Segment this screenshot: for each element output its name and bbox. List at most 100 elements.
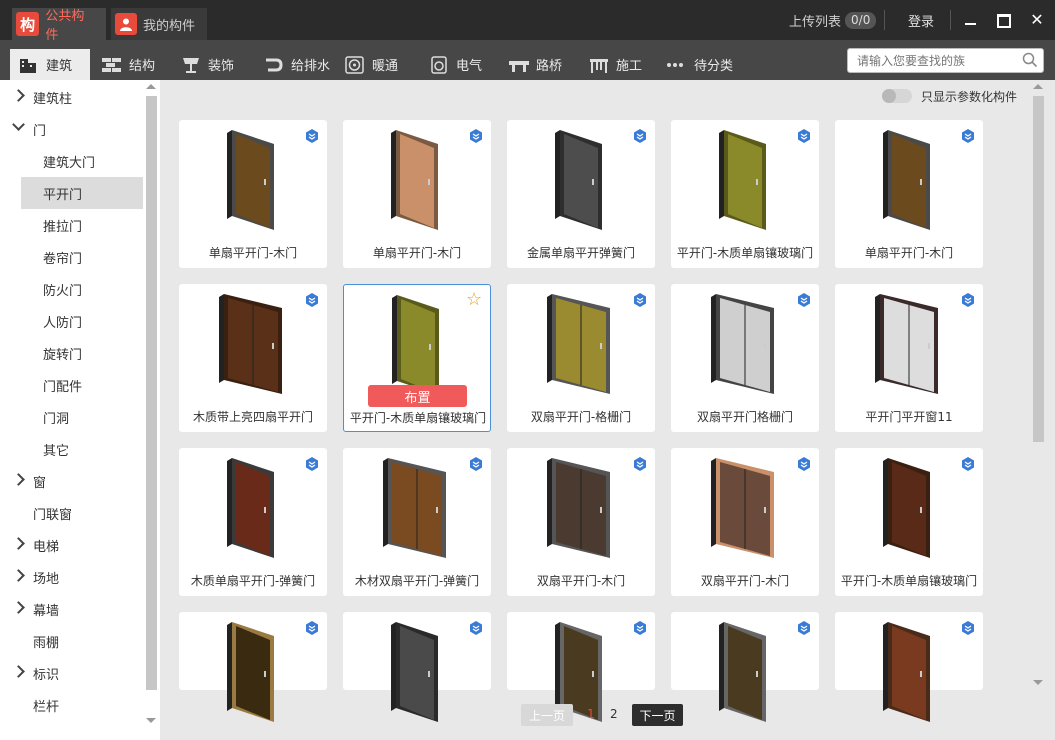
parametric-badge-icon: [306, 457, 318, 471]
component-card[interactable]: 双扇平开门-木门: [507, 448, 655, 596]
category-tab-7[interactable]: 施工: [580, 49, 642, 80]
category-tab-1[interactable]: 结构: [93, 49, 155, 80]
sidebar-item[interactable]: 电梯: [0, 529, 143, 561]
component-card[interactable]: 木质单扇平开门-弹簧门: [179, 448, 327, 596]
page-number-current[interactable]: 1: [587, 707, 595, 721]
parametric-badge-icon: [306, 621, 318, 635]
parametric-badge-icon: [634, 457, 646, 471]
page-number[interactable]: 2: [610, 707, 618, 721]
grid-scrollbar[interactable]: [1033, 96, 1044, 442]
sidebar-item[interactable]: 建筑大门: [0, 145, 143, 177]
sidebar-item[interactable]: 人防门: [0, 305, 143, 337]
upload-list-link[interactable]: 上传列表 0/0: [789, 11, 877, 30]
chevron-right-icon[interactable]: [12, 569, 25, 582]
sidebar-item-label: 平开门: [43, 187, 83, 203]
component-card[interactable]: 木材双扇平开门-弹簧门: [343, 448, 491, 596]
component-card[interactable]: [671, 612, 819, 722]
chevron-down-icon[interactable]: [12, 118, 25, 131]
search-icon[interactable]: [1022, 52, 1038, 68]
sidebar-item-label: 旋转门: [43, 347, 83, 363]
sidebar-item-label: 人防门: [43, 315, 83, 331]
grid-scroll-up-icon[interactable]: [1033, 84, 1043, 89]
chevron-right-icon[interactable]: [12, 537, 25, 550]
parametric-badge-icon: [470, 621, 482, 635]
parametric-badge-icon: [470, 457, 482, 471]
sidebar-scrollbar[interactable]: [146, 96, 157, 690]
chevron-right-icon[interactable]: [12, 601, 25, 614]
prev-page-button[interactable]: 上一页: [521, 704, 573, 726]
component-name: 双扇平开门格栅门: [696, 410, 793, 424]
sidebar-item[interactable]: 平开门: [21, 177, 143, 209]
chevron-right-icon[interactable]: [12, 89, 25, 102]
tab-public-components[interactable]: 构 公共构件: [12, 8, 106, 43]
close-icon[interactable]: ✕: [1028, 11, 1046, 29]
category-tab-5[interactable]: 电气: [420, 49, 482, 80]
component-card[interactable]: 木质带上亮四扇平开门: [179, 284, 327, 432]
tab-my-components[interactable]: 我的构件: [111, 8, 207, 40]
next-page-button[interactable]: 下一页: [632, 704, 683, 726]
place-button[interactable]: 布置: [368, 385, 467, 407]
sidebar-item[interactable]: 标识: [0, 657, 143, 689]
component-card[interactable]: [507, 612, 655, 722]
component-card[interactable]: 双扇平开门-格栅门: [507, 284, 655, 432]
sidebar-item[interactable]: 门: [0, 113, 143, 145]
category-tab-4[interactable]: 暖通: [336, 49, 398, 80]
sidebar-item[interactable]: 建筑柱: [0, 81, 143, 113]
sidebar-item[interactable]: 推拉门: [0, 209, 143, 241]
star-icon[interactable]: ☆: [466, 291, 484, 309]
component-card[interactable]: [343, 612, 491, 722]
component-card[interactable]: 单扇平开门-木门: [179, 120, 327, 268]
sidebar-item-label: 窗: [33, 475, 47, 491]
component-card[interactable]: 双扇平开门格栅门: [671, 284, 819, 432]
category-tab-6[interactable]: 路桥: [500, 49, 562, 80]
param-only-toggle[interactable]: [882, 89, 912, 103]
component-card[interactable]: 平开门-木质单扇镶玻璃门: [835, 448, 983, 596]
component-card[interactable]: 单扇平开门-木门: [343, 120, 491, 268]
sidebar-item[interactable]: 门洞: [0, 401, 143, 433]
sidebar-item[interactable]: 场地: [0, 561, 143, 593]
parametric-badge-icon: [634, 621, 646, 635]
component-card[interactable]: 平开门-木质单扇镶玻璃门: [671, 120, 819, 268]
category-tab-3[interactable]: 给排水: [255, 49, 330, 80]
component-name: 双扇平开门-木门: [700, 574, 790, 588]
component-card[interactable]: 双扇平开门-木门: [671, 448, 819, 596]
component-card[interactable]: 平开门平开窗11: [835, 284, 983, 432]
parametric-badge-icon: [634, 129, 646, 143]
sidebar-item[interactable]: 雨棚: [0, 625, 143, 657]
sidebar-item[interactable]: 门配件: [0, 369, 143, 401]
sidebar-item[interactable]: 卷帘门: [0, 241, 143, 273]
chevron-right-icon[interactable]: [12, 665, 25, 678]
sidebar-scroll-down-icon[interactable]: [146, 718, 156, 723]
category-tab-label: 电气: [456, 59, 483, 74]
minimize-icon[interactable]: [962, 11, 980, 29]
grid-scroll-down-icon[interactable]: [1033, 680, 1043, 685]
title-bar: 构 公共构件 我的构件 上传列表 0/0 登录 ✕: [0, 0, 1055, 43]
component-card[interactable]: [835, 612, 983, 722]
sidebar-item[interactable]: 栏杆: [0, 689, 143, 721]
category-tab-0[interactable]: 建筑: [10, 49, 90, 80]
sidebar-item[interactable]: 窗: [0, 465, 143, 497]
login-link[interactable]: 登录: [908, 11, 934, 30]
sidebar-item-label: 防火门: [43, 283, 83, 299]
sidebar-item[interactable]: 防火门: [0, 273, 143, 305]
sidebar-item-label: 标识: [33, 667, 60, 683]
maximize-icon[interactable]: [994, 11, 1012, 29]
parametric-badge-icon: [962, 621, 974, 635]
sidebar-scroll-up-icon[interactable]: [146, 84, 156, 89]
chevron-right-icon[interactable]: [12, 473, 25, 486]
component-card[interactable]: 单扇平开门-木门: [835, 120, 983, 268]
app-logo-icon: 构: [16, 12, 40, 36]
component-card[interactable]: 金属单扇平开弹簧门: [507, 120, 655, 268]
search-input[interactable]: [847, 48, 1044, 73]
sidebar-item[interactable]: 其它: [0, 433, 143, 465]
pipe-icon: [263, 56, 285, 74]
sidebar-item[interactable]: 旋转门: [0, 337, 143, 369]
sidebar-item[interactable]: 门联窗: [0, 497, 143, 529]
component-name: 木质单扇平开门-弹簧门: [190, 574, 316, 588]
sidebar-item-label: 推拉门: [43, 219, 83, 235]
component-card[interactable]: [179, 612, 327, 722]
category-tab-2[interactable]: 装饰: [172, 49, 234, 80]
category-tab-8[interactable]: 待分类: [658, 49, 733, 80]
sidebar-item[interactable]: 幕墙: [0, 593, 143, 625]
component-card[interactable]: ☆ 布置 平开门-木质单扇镶玻璃门: [343, 284, 491, 432]
